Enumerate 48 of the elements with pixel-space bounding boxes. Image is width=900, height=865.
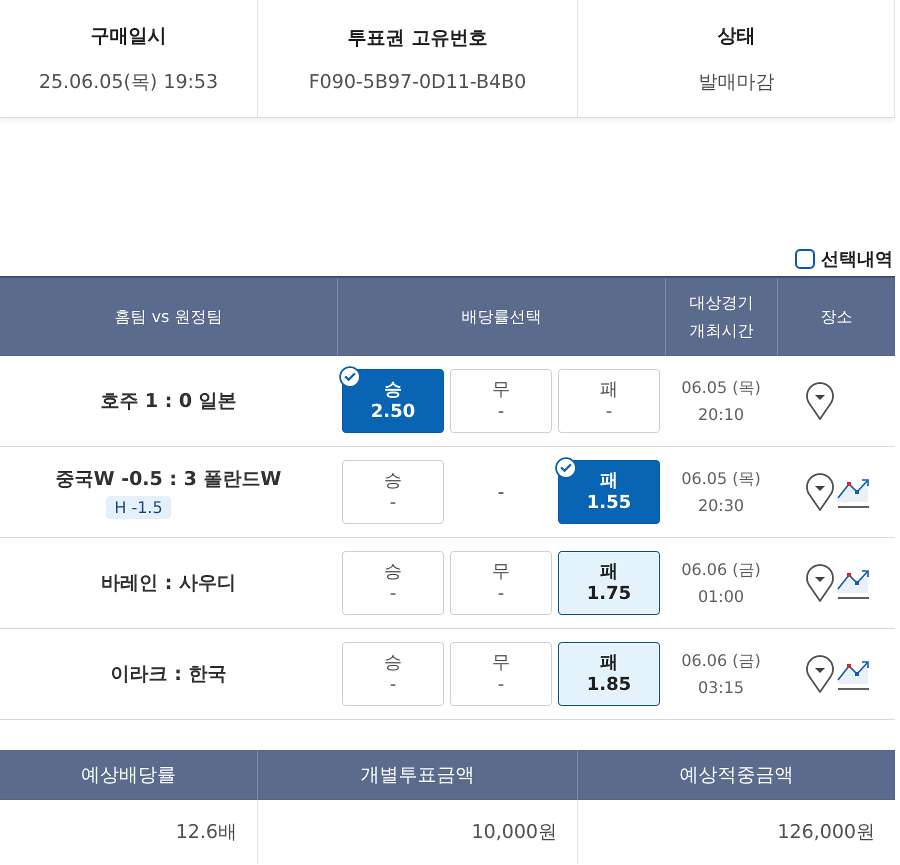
match-teams: 바레인 : 사우디	[101, 571, 236, 596]
handicap-tag: H -1.5	[106, 496, 171, 518]
column-heading: 예상적중금액	[577, 750, 895, 800]
field-value: 25.06.05(목) 19:53	[38, 70, 218, 94]
table-cell: 126,000원	[577, 800, 895, 864]
check-icon	[339, 366, 361, 388]
match-time: 03:15	[698, 678, 744, 697]
table-cell: 10,000원	[257, 800, 577, 864]
odds-option[interactable]: 승 -	[342, 460, 444, 524]
check-icon	[555, 457, 577, 479]
match-time: 20:30	[698, 496, 744, 515]
match-date: 06.06 (금)	[681, 651, 761, 672]
field-value: F090-5B97-0D11-B4B0	[308, 70, 526, 92]
column-heading: 투표권 고유번호	[348, 26, 488, 50]
match-date: 06.05 (목)	[681, 378, 761, 399]
location-pin-icon[interactable]	[805, 654, 835, 694]
odds-option[interactable]: 승 2.50	[342, 369, 444, 433]
column-heading: 대상경기 개최시간	[665, 278, 777, 356]
match-teams: 중국W -0.5 : 3 폴란드W	[56, 466, 282, 492]
match-teams: 이라크 : 한국	[110, 662, 226, 687]
column-heading: 장소	[777, 278, 895, 356]
odds-option[interactable]: 승 -	[342, 642, 444, 706]
match-time: 01:00	[698, 587, 744, 606]
location-pin-icon[interactable]	[805, 563, 835, 603]
match-date: 06.06 (금)	[681, 560, 761, 581]
column-heading: 배당률선택	[337, 278, 665, 356]
odds-option[interactable]: 무 -	[450, 369, 552, 433]
odds-option[interactable]: 무 -	[450, 551, 552, 615]
match-time: 20:10	[698, 405, 744, 424]
match-date: 06.05 (목)	[681, 469, 761, 490]
no-odds-dash: -	[498, 482, 504, 502]
table-cell-text: 12.6배	[174, 820, 238, 845]
odds-option[interactable]: 패 -	[558, 369, 660, 433]
odds-option[interactable]: 패 1.55	[558, 460, 660, 524]
location-pin-icon[interactable]	[805, 472, 835, 512]
odds-option[interactable]: 승 -	[342, 551, 444, 615]
location-pin-icon[interactable]	[805, 381, 835, 421]
column-heading: 상태	[718, 24, 756, 48]
odds-option[interactable]: 무 -	[450, 642, 552, 706]
column-heading: 구매일시	[90, 24, 166, 48]
column-heading: 홈팀 vs 원정팀	[114, 306, 224, 328]
odds-option[interactable]: 패 1.85	[558, 642, 660, 706]
selection-checkbox[interactable]: 선택내역	[795, 247, 893, 271]
column-heading: 예상배당률	[80, 763, 177, 788]
field-value: 발매마감	[698, 70, 774, 94]
column-heading: 개별투표금액	[257, 750, 577, 800]
match-teams: 호주 1 : 0 일본	[100, 389, 237, 414]
odds-option[interactable]: 패 1.75	[558, 551, 660, 615]
